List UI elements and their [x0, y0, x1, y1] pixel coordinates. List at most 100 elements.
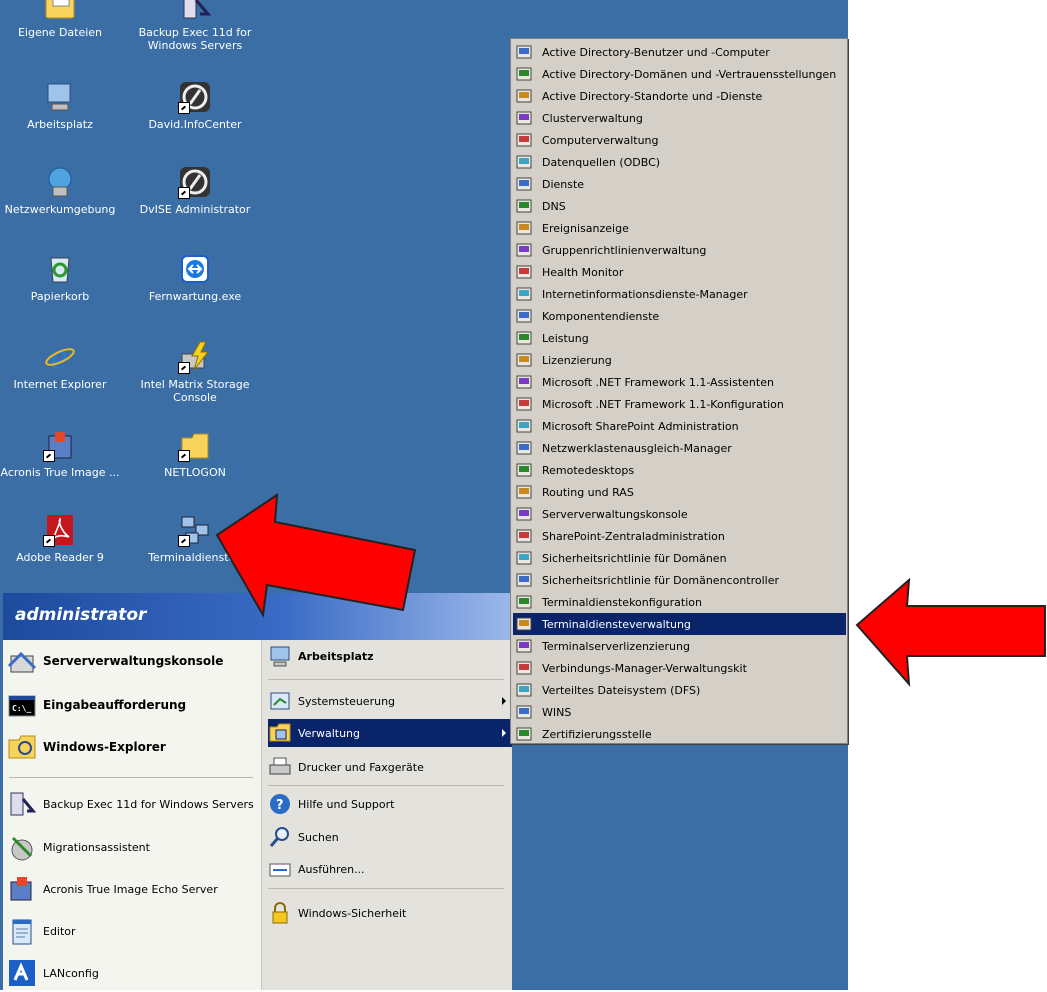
help-icon: ? — [268, 792, 292, 816]
svg-text:C:\_: C:\_ — [12, 704, 31, 713]
admin-menu-item-label: Leistung — [542, 331, 589, 345]
start-item-acronis[interactable]: Acronis True Image Echo Server — [7, 870, 257, 908]
admin-menu-item[interactable]: SharePoint-Zentraladministration — [513, 525, 846, 547]
start-item-eingabeaufforderung[interactable]: C:\_ Eingabeaufforderung — [7, 686, 257, 724]
start-item-windows-sicherheit[interactable]: Windows-Sicherheit — [268, 899, 512, 927]
admin-tool-icon — [516, 308, 532, 324]
admin-tool-icon — [516, 198, 532, 214]
admin-tool-icon — [516, 330, 532, 346]
start-item-windows-explorer[interactable]: Windows-Explorer — [7, 728, 257, 766]
teamviewer-icon — [178, 252, 212, 286]
admin-tool-icon — [516, 264, 532, 280]
admin-menu-item[interactable]: Health Monitor — [513, 261, 846, 283]
my-computer-icon — [43, 80, 77, 114]
admin-tool-icon — [516, 506, 532, 522]
admin-menu-item[interactable]: Active Directory-Standorte und -Dienste — [513, 85, 846, 107]
start-item-label: Serververwaltungskonsole — [43, 654, 224, 668]
admin-menu-item[interactable]: Leistung — [513, 327, 846, 349]
recycle-bin-icon — [43, 252, 77, 286]
start-item-label: Backup Exec 11d for Windows Servers — [43, 797, 254, 811]
desktop-icon-dvise-admin[interactable]: DvISE Administrator — [130, 165, 260, 216]
admin-menu-item[interactable]: Clusterverwaltung — [513, 107, 846, 129]
desktop-icon-netlogon[interactable]: NETLOGON — [130, 428, 260, 479]
admin-menu-item-label: Verbindungs-Manager-Verwaltungskit — [542, 661, 747, 675]
desktop-icon-netzwerkumgebung[interactable]: Netzwerkumgebung — [0, 165, 125, 216]
admin-menu-item-label: Verteiltes Dateisystem (DFS) — [542, 683, 701, 697]
admin-tool-icon — [516, 176, 532, 192]
desktop-icon-adobe-reader[interactable]: Adobe Reader 9 — [0, 513, 125, 564]
desktop-icon-david-infocenter[interactable]: David.InfoCenter — [130, 80, 260, 131]
start-item-suchen[interactable]: Suchen — [268, 823, 512, 851]
start-item-systemsteuerung[interactable]: Systemsteuerung — [268, 687, 512, 715]
start-item-ausfuehren[interactable]: Ausführen... — [268, 855, 512, 883]
control-panel-icon — [268, 689, 292, 713]
admin-menu-item[interactable]: Ereignisanzeige — [513, 217, 846, 239]
desktop-icon-arbeitsplatz[interactable]: Arbeitsplatz — [0, 80, 125, 131]
shortcut-arrow-icon — [178, 362, 190, 374]
acronis-icon — [7, 874, 37, 904]
start-item-drucker[interactable]: Drucker und Faxgeräte — [268, 753, 512, 781]
shortcut-arrow-icon — [43, 535, 55, 547]
user-name: administrator — [15, 605, 147, 625]
admin-menu-item[interactable]: Microsoft .NET Framework 1.1-Assistenten — [513, 371, 846, 393]
start-item-migrationsassistent[interactable]: Migrationsassistent — [7, 828, 257, 866]
admin-menu-item[interactable]: Netzwerklastenausgleich-Manager — [513, 437, 846, 459]
admin-menu-item[interactable]: Serververwaltungskonsole — [513, 503, 846, 525]
admin-menu-item[interactable]: Komponentendienste — [513, 305, 846, 327]
admin-menu-item[interactable]: Terminalserverlizenzierung — [513, 635, 846, 657]
admin-menu-item[interactable]: Sicherheitsrichtlinie für Domänencontrol… — [513, 569, 846, 591]
desktop-icon-fernwartung[interactable]: Fernwartung.exe — [130, 252, 260, 303]
admin-menu-item[interactable]: DNS — [513, 195, 846, 217]
windows-explorer-icon — [7, 732, 37, 762]
desktop-icon-internet-explorer[interactable]: e Internet Explorer — [0, 340, 125, 391]
admin-menu-item[interactable]: Microsoft SharePoint Administration — [513, 415, 846, 437]
desktop-icon-backup-exec[interactable]: Backup Exec 11d for Windows Servers — [130, 0, 260, 52]
admin-menu-item-label: Terminalserverlizenzierung — [542, 639, 690, 653]
admin-menu-item[interactable]: Terminaldiensteverwaltung — [513, 613, 846, 635]
start-item-editor[interactable]: Editor — [7, 912, 257, 950]
admin-menu-item-label: DNS — [542, 199, 566, 213]
desktop-icon-eigene-dateien[interactable]: Eigene Dateien — [0, 0, 125, 39]
shortcut-arrow-icon — [178, 450, 190, 462]
admin-menu-item[interactable]: Verbindungs-Manager-Verwaltungskit — [513, 657, 846, 679]
start-item-verwaltung[interactable]: Verwaltung — [268, 719, 512, 747]
start-item-hilfe[interactable]: ? Hilfe und Support — [268, 790, 512, 818]
admin-tool-icon — [516, 550, 532, 566]
admin-tool-icon — [516, 132, 532, 148]
desktop-icon-acronis[interactable]: Acronis True Image ... — [0, 428, 125, 479]
admin-tools-menu: Active Directory-Benutzer und -Computer A… — [510, 38, 848, 744]
admin-menu-item[interactable]: Terminaldienstekonfiguration — [513, 591, 846, 613]
admin-menu-item[interactable]: Remotedesktops — [513, 459, 846, 481]
start-item-backup-exec[interactable]: Backup Exec 11d for Windows Servers — [7, 785, 257, 823]
desktop-icon-intel-matrix[interactable]: Intel Matrix Storage Console — [130, 340, 260, 404]
david-infocenter-icon — [178, 80, 212, 114]
admin-menu-item[interactable]: Microsoft .NET Framework 1.1-Konfigurati… — [513, 393, 846, 415]
admin-menu-item[interactable]: Sicherheitsrichtlinie für Domänen — [513, 547, 846, 569]
admin-tool-icon — [516, 44, 532, 60]
admin-menu-item[interactable]: Dienste — [513, 173, 846, 195]
admin-menu-item[interactable]: Datenquellen (ODBC) — [513, 151, 846, 173]
admin-menu-item[interactable]: Active Directory-Benutzer und -Computer — [513, 41, 846, 63]
desktop-icon-papierkorb[interactable]: Papierkorb — [0, 252, 125, 303]
admin-menu-item-label: Active Directory-Benutzer und -Computer — [542, 45, 770, 59]
admin-menu-item[interactable]: Active Directory-Domänen und -Vertrauens… — [513, 63, 846, 85]
admin-menu-item[interactable]: Computerverwaltung — [513, 129, 846, 151]
admin-menu-item-label: WINS — [542, 705, 572, 719]
start-item-label: Suchen — [298, 830, 339, 844]
admin-menu-item[interactable]: WINS — [513, 701, 846, 723]
admin-tool-icon — [516, 220, 532, 236]
command-prompt-icon: C:\_ — [7, 690, 37, 720]
start-item-lanconfig[interactable]: LANconfig — [7, 954, 257, 992]
shortcut-arrow-icon — [43, 450, 55, 462]
admin-menu-item-label: SharePoint-Zentraladministration — [542, 529, 725, 543]
admin-menu-item[interactable]: Verteiltes Dateisystem (DFS) — [513, 679, 846, 701]
admin-menu-item[interactable]: Lizenzierung — [513, 349, 846, 371]
admin-menu-item[interactable]: Zertifizierungsstelle — [513, 723, 846, 745]
search-icon — [268, 825, 292, 849]
admin-menu-item[interactable]: Routing und RAS — [513, 481, 846, 503]
admin-menu-item-label: Lizenzierung — [542, 353, 612, 367]
internet-explorer-icon: e — [43, 340, 77, 376]
start-item-label: Systemsteuerung — [298, 694, 396, 708]
admin-menu-item[interactable]: Gruppenrichtlinienverwaltung — [513, 239, 846, 261]
admin-menu-item[interactable]: Internetinformationsdienste-Manager — [513, 283, 846, 305]
